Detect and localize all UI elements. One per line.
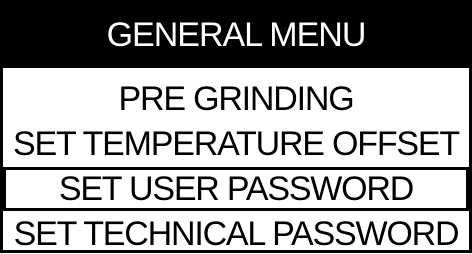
menu-item-set-technical-password[interactable]: SET TECHNICAL PASSWORD [3, 214, 469, 250]
menu-item-pre-grinding[interactable]: PRE GRINDING [3, 79, 469, 119]
menu-title: GENERAL MENU [3, 3, 469, 68]
menu-item-set-user-password-selected[interactable]: SET USER PASSWORD [3, 167, 469, 211]
menu-screen: GENERAL MENU PRE GRINDING SET TEMPERATUR… [0, 0, 472, 253]
menu-item-set-temperature-offset[interactable]: SET TEMPERATURE OFFSET [3, 124, 469, 164]
